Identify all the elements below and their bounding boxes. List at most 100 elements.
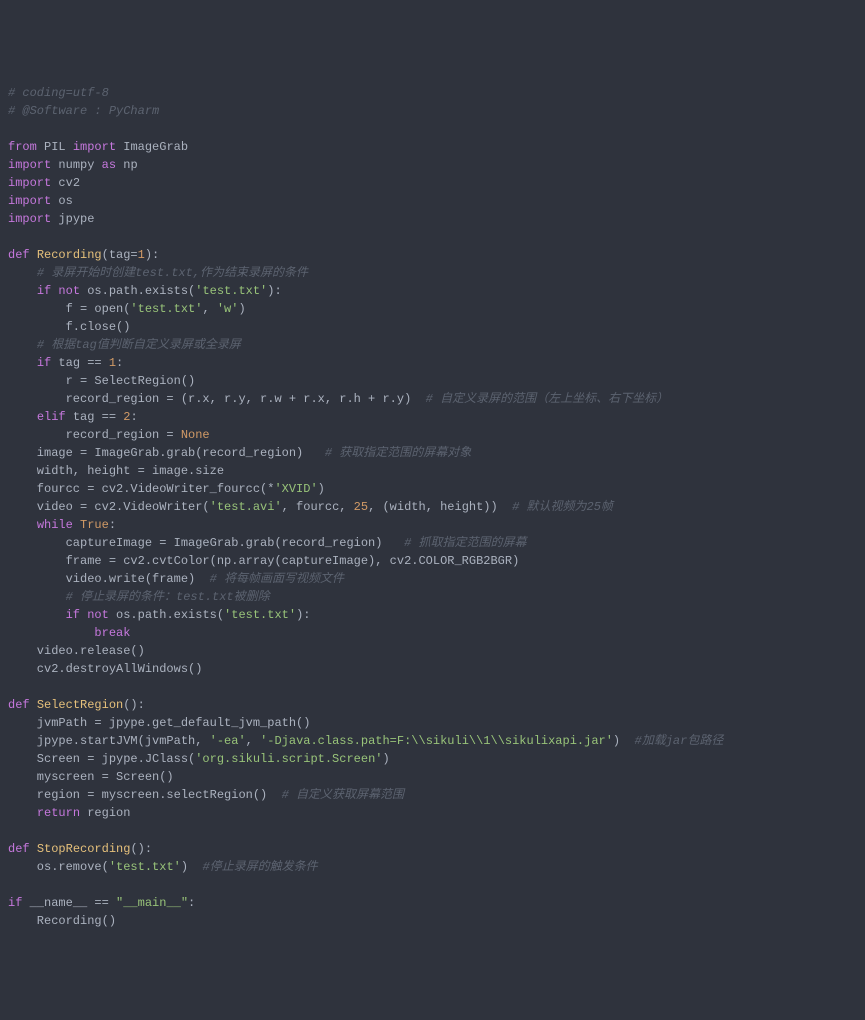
code-token bbox=[30, 248, 37, 262]
code-token: cv2.destroyAllWindows() bbox=[8, 662, 202, 676]
code-line: return region bbox=[8, 804, 857, 822]
code-token: image = ImageGrab.grab(record_region) bbox=[8, 446, 325, 460]
code-token: os.path.exists( bbox=[109, 608, 224, 622]
code-line: myscreen = Screen() bbox=[8, 768, 857, 786]
code-token: 'w' bbox=[217, 302, 239, 316]
code-line: # 停止录屏的条件：test.txt被删除 bbox=[8, 588, 857, 606]
code-token: os.path.exists( bbox=[80, 284, 195, 298]
code-token: 'test.txt' bbox=[109, 860, 181, 874]
code-line: cv2.destroyAllWindows() bbox=[8, 660, 857, 678]
code-token bbox=[8, 410, 37, 424]
code-line: r = SelectRegion() bbox=[8, 372, 857, 390]
code-line: frame = cv2.cvtColor(np.array(captureIma… bbox=[8, 552, 857, 570]
code-token: : bbox=[116, 356, 123, 370]
code-token: video = cv2.VideoWriter( bbox=[8, 500, 210, 514]
code-token: ImageGrab bbox=[116, 140, 188, 154]
code-line: # coding=utf-8 bbox=[8, 84, 857, 102]
code-token: def bbox=[8, 698, 30, 712]
code-token: from bbox=[8, 140, 37, 154]
code-token: jvmPath = jpype.get_default_jvm_path() bbox=[8, 716, 310, 730]
code-token: while bbox=[37, 518, 73, 532]
code-token: not bbox=[58, 284, 80, 298]
code-token: SelectRegion bbox=[37, 698, 123, 712]
code-token bbox=[8, 266, 37, 280]
code-token bbox=[8, 356, 37, 370]
code-token: PIL bbox=[37, 140, 73, 154]
code-token: # 将每帧画面写视频文件 bbox=[210, 572, 344, 586]
code-token: f.close() bbox=[8, 320, 130, 334]
code-token: import bbox=[8, 212, 51, 226]
code-line: def Recording(tag=1): bbox=[8, 246, 857, 264]
code-token: if bbox=[37, 356, 51, 370]
code-token: (tag= bbox=[102, 248, 138, 262]
code-token: # 默认视频为25帧 bbox=[512, 500, 613, 514]
code-line: break bbox=[8, 624, 857, 642]
code-line: while True: bbox=[8, 516, 857, 534]
code-line: width, height = image.size bbox=[8, 462, 857, 480]
code-line: elif tag == 2: bbox=[8, 408, 857, 426]
code-token: os.remove( bbox=[8, 860, 109, 874]
code-token: Recording() bbox=[8, 914, 116, 928]
code-token bbox=[30, 842, 37, 856]
code-token: break bbox=[94, 626, 130, 640]
code-token bbox=[8, 626, 94, 640]
code-token: None bbox=[181, 428, 210, 442]
code-line: import jpype bbox=[8, 210, 857, 228]
code-token bbox=[73, 518, 80, 532]
code-line: image = ImageGrab.grab(record_region) # … bbox=[8, 444, 857, 462]
code-token: (): bbox=[130, 842, 152, 856]
code-token: import bbox=[8, 158, 51, 172]
code-token: if bbox=[66, 608, 80, 622]
code-line: Recording() bbox=[8, 912, 857, 930]
code-token: "__main__" bbox=[116, 896, 188, 910]
code-line: # @Software : PyCharm bbox=[8, 102, 857, 120]
code-token: '-Djava.class.path=F:\\sikuli\\1\\sikuli… bbox=[260, 734, 613, 748]
code-token: , bbox=[202, 302, 216, 316]
code-token: if bbox=[8, 896, 22, 910]
code-editor[interactable]: # coding=utf-8 # @Software : PyCharm from … bbox=[8, 84, 857, 930]
code-line: if __name__ == "__main__": bbox=[8, 894, 857, 912]
code-token bbox=[8, 518, 37, 532]
code-line: from PIL import ImageGrab bbox=[8, 138, 857, 156]
code-token: ): bbox=[267, 284, 281, 298]
code-token: # 停止录屏的条件：test.txt被删除 bbox=[66, 590, 270, 604]
code-token: : bbox=[109, 518, 116, 532]
code-token: video.write(frame) bbox=[8, 572, 210, 586]
code-token: tag == bbox=[66, 410, 124, 424]
code-line: record_region = (r.x, r.y, r.w + r.x, r.… bbox=[8, 390, 857, 408]
code-line: captureImage = ImageGrab.grab(record_reg… bbox=[8, 534, 857, 552]
code-token: import bbox=[8, 176, 51, 190]
code-line: import cv2 bbox=[8, 174, 857, 192]
code-line: # 录屏开始时创建test.txt,作为结束录屏的条件 bbox=[8, 264, 857, 282]
code-token: 'test.avi' bbox=[210, 500, 282, 514]
code-line bbox=[8, 678, 857, 696]
code-line: video = cv2.VideoWriter('test.avi', four… bbox=[8, 498, 857, 516]
code-token: width, height = image.size bbox=[8, 464, 224, 478]
code-line: def SelectRegion(): bbox=[8, 696, 857, 714]
code-token: , (width, height)) bbox=[368, 500, 512, 514]
code-token bbox=[8, 284, 37, 298]
code-token: # 自定义获取屏幕范围 bbox=[282, 788, 404, 802]
code-token: StopRecording bbox=[37, 842, 131, 856]
code-token: # @Software : PyCharm bbox=[8, 104, 159, 118]
code-line bbox=[8, 228, 857, 246]
code-token: video.release() bbox=[8, 644, 145, 658]
code-line: # 根据tag值判断自定义录屏或全录屏 bbox=[8, 336, 857, 354]
code-token bbox=[8, 608, 66, 622]
code-token bbox=[8, 338, 37, 352]
code-token: (): bbox=[123, 698, 145, 712]
code-token: Recording bbox=[37, 248, 102, 262]
code-token: Screen = jpype.JClass( bbox=[8, 752, 195, 766]
code-token: # 根据tag值判断自定义录屏或全录屏 bbox=[37, 338, 241, 352]
code-token: True bbox=[80, 518, 109, 532]
code-token: frame = cv2.cvtColor(np.array(captureIma… bbox=[8, 554, 519, 568]
code-line: def StopRecording(): bbox=[8, 840, 857, 858]
code-line: f = open('test.txt', 'w') bbox=[8, 300, 857, 318]
code-token: ) bbox=[318, 482, 325, 496]
code-token: not bbox=[87, 608, 109, 622]
code-line bbox=[8, 120, 857, 138]
code-token: def bbox=[8, 248, 30, 262]
code-token: ) bbox=[382, 752, 389, 766]
code-line: region = myscreen.selectRegion() # 自定义获取… bbox=[8, 786, 857, 804]
code-token: record_region = bbox=[8, 428, 181, 442]
